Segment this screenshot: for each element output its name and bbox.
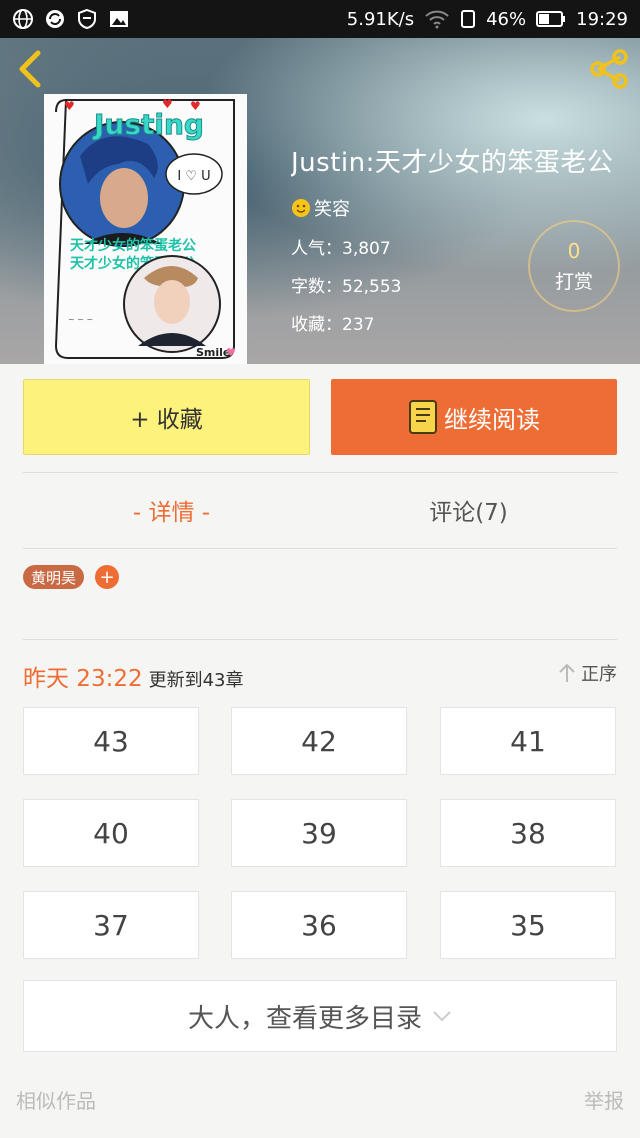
tip-button[interactable]: 0 打赏 [528,220,620,312]
author-row[interactable]: 笑容 [291,195,640,221]
favorites-label: 收藏： [291,315,342,335]
tip-count: 0 [567,238,581,263]
favorite-button[interactable]: + 收藏 [23,379,310,455]
update-text: 更新到43章 [148,670,244,691]
popularity-value: 3,807 [342,239,391,259]
chapter-button[interactable]: 43 [23,707,199,775]
favorites-value: 237 [342,315,375,335]
image-icon [110,11,128,27]
divider [23,472,617,473]
divider [23,548,617,549]
chapter-button[interactable]: 39 [231,799,407,867]
svg-text:♥: ♥ [226,346,236,359]
arrow-up-icon [559,663,575,682]
tab-details[interactable]: - 详情 - [23,493,320,533]
report-link[interactable]: 举报 [584,1085,624,1114]
continue-reading-button[interactable]: 继续阅读 [331,379,617,455]
wifi-icon [425,10,449,29]
share-icon[interactable] [586,46,632,92]
chapter-button[interactable]: 35 [440,891,616,959]
book-header: ♥ ♥ ♥ I ♡ U Justing 天才少女的笨蛋老公 天才少女的笨蛋老公 [0,38,640,364]
globe-icon [13,9,33,29]
sort-order-button[interactable]: 正序 [557,660,617,686]
tab-comments[interactable]: 评论(7) [320,493,617,533]
cover-illustration: ♥ ♥ ♥ I ♡ U Justing 天才少女的笨蛋老公 天才少女的笨蛋老公 [44,94,247,364]
cover-name-text: Justing [92,108,204,141]
popularity-label: 人气： [291,239,342,259]
book-title: Justin:天才少女的笨蛋老公 [291,148,614,178]
svg-text:~ ~ ~: ~ ~ ~ [68,315,93,324]
svg-text:♥: ♥ [64,99,75,113]
chapter-button[interactable]: 36 [231,891,407,959]
chapter-button[interactable]: 42 [231,707,407,775]
back-arrow-icon[interactable] [12,48,48,90]
battery-icon [536,11,566,27]
sort-label: 正序 [581,664,617,685]
update-info: 昨天 23:22 更新到43章 [23,659,244,693]
book-cover[interactable]: ♥ ♥ ♥ I ♡ U Justing 天才少女的笨蛋老公 天才少女的笨蛋老公 [44,94,247,364]
battery-percent: 46% [486,8,527,30]
chapter-button[interactable]: 37 [23,891,199,959]
favorite-button-label: + 收藏 [130,407,203,433]
chapter-button[interactable]: 41 [440,707,616,775]
status-icons-right: 5.91K/s 46% 19:29 [347,8,628,30]
similar-works-link[interactable]: 相似作品 [16,1085,96,1114]
sim-icon [461,10,476,28]
add-tag-button[interactable]: + [95,565,119,589]
chevron-down-icon [433,1011,451,1022]
divider [23,639,617,640]
chapter-button[interactable]: 38 [440,799,616,867]
cover-love-text: I ♡ U [177,169,210,184]
clock: 19:29 [576,8,628,30]
status-bar: 5.91K/s 46% 19:29 [0,0,640,38]
cover-line1: 天才少女的笨蛋老公 [70,237,196,254]
shield-icon [78,8,96,30]
continue-reading-label: 继续阅读 [444,405,540,434]
book-icon [409,400,437,434]
network-speed: 5.91K/s [346,8,415,30]
status-icons-left [12,8,130,30]
favorites-stat: 收藏：237 [291,310,640,335]
tag-chip[interactable]: 黄明昊 [23,565,85,589]
word-count-label: 字数： [291,277,342,297]
more-chapters-button[interactable]: 大人，查看更多目录 [23,980,617,1052]
author-name: 笑容 [314,199,350,220]
chapter-button[interactable]: 40 [23,799,199,867]
tip-label: 打赏 [554,270,593,293]
update-time: 昨天 23:22 [23,666,143,692]
more-chapters-label: 大人，查看更多目录 [187,1003,422,1034]
sync-icon [46,10,64,28]
smiley-icon [292,199,310,217]
word-count-value: 52,553 [342,277,402,297]
